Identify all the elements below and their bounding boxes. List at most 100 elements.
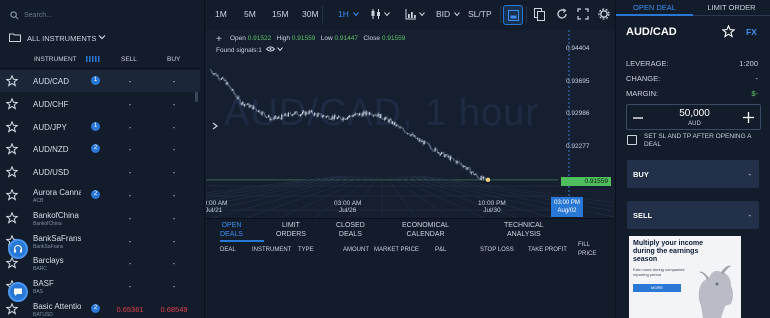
star-icon[interactable]: [5, 165, 19, 178]
gear-icon[interactable]: [598, 8, 610, 20]
add-indicator-icon[interactable]: +: [216, 34, 222, 45]
star-icon[interactable]: [722, 25, 735, 38]
timeframe-5m[interactable]: 5M: [244, 9, 256, 19]
deal-column-header[interactable]: TYPE: [298, 247, 314, 253]
sell-price[interactable]: -: [114, 282, 146, 291]
sell-price[interactable]: 0.65361: [114, 305, 146, 314]
buy-price[interactable]: -: [158, 259, 190, 268]
instrument-row[interactable]: BankSaFrans BankSaFrans - -: [0, 230, 200, 252]
buy-price[interactable]: -: [158, 100, 190, 109]
buy-price[interactable]: -: [158, 145, 190, 154]
star-icon[interactable]: [5, 188, 19, 201]
refresh-icon[interactable]: [556, 8, 568, 20]
sltp-checkbox[interactable]: [627, 135, 637, 145]
instrument-row[interactable]: AUD/CAD 1 - -: [0, 70, 200, 92]
star-icon[interactable]: [5, 211, 19, 224]
favorite-toggle[interactable]: [5, 97, 19, 112]
star-icon[interactable]: [5, 74, 19, 87]
sell-price[interactable]: -: [114, 214, 146, 223]
buy-price[interactable]: -: [158, 77, 190, 86]
buy-price[interactable]: -: [158, 282, 190, 291]
col-sell[interactable]: SELL: [121, 56, 137, 63]
candlestick-icon[interactable]: [370, 8, 382, 20]
sell-price[interactable]: -: [114, 191, 146, 200]
favorite-toggle[interactable]: [5, 74, 19, 89]
amount-stepper[interactable]: 50,000 AUD: [626, 104, 761, 130]
deal-column-header[interactable]: MARKET PRICE: [374, 247, 419, 253]
instrument-row[interactable]: BASF BAS - -: [0, 275, 200, 297]
support-button[interactable]: [8, 239, 28, 259]
instrument-row[interactable]: AUD/JPY 1 - -: [0, 116, 200, 138]
indicators-icon[interactable]: [405, 8, 417, 20]
star-icon[interactable]: [5, 142, 19, 156]
buy-price[interactable]: -: [158, 123, 190, 132]
fullscreen-icon[interactable]: [577, 8, 589, 20]
sell-button[interactable]: SELL -: [627, 201, 759, 229]
amount-input[interactable]: 50,000: [657, 108, 732, 119]
favorite-toggle[interactable]: [5, 211, 19, 226]
deals-tab[interactable]: TECHNICAL ANALYSIS: [504, 221, 544, 239]
favorite-toggle[interactable]: [5, 120, 19, 135]
tab-limit-order[interactable]: LIMIT ORDER: [693, 3, 770, 12]
deal-column-header[interactable]: STOP LOSS: [480, 247, 514, 253]
search-input[interactable]: Search...: [24, 12, 52, 19]
sell-price[interactable]: -: [114, 237, 146, 246]
favorite-toggle[interactable]: [5, 165, 19, 180]
col-buy[interactable]: BUY: [167, 56, 180, 63]
buy-price[interactable]: -: [158, 168, 190, 177]
instrument-row[interactable]: BankofChina BankofChina - -: [0, 207, 200, 229]
instrument-row[interactable]: Aurora CannabisACB 2 - -: [0, 184, 200, 206]
chat-button[interactable]: [8, 282, 28, 302]
sell-price[interactable]: -: [114, 77, 146, 86]
promo-more-button[interactable]: MORE: [633, 284, 681, 292]
deal-column-header[interactable]: INSTRUMENT: [252, 247, 291, 253]
sell-price[interactable]: -: [114, 123, 146, 132]
favorite-toggle[interactable]: [5, 256, 19, 271]
deals-tab[interactable]: LIMIT ORDERS: [276, 221, 306, 239]
instrument-row[interactable]: AUD/USD - -: [0, 161, 200, 183]
deal-column-header[interactable]: P&L: [435, 247, 446, 253]
signals-dropdown[interactable]: Found signals:1: [216, 46, 283, 54]
col-instrument[interactable]: INSTRUMENT: [34, 56, 77, 63]
sell-price[interactable]: -: [114, 259, 146, 268]
tab-open-deal[interactable]: OPEN DEAL: [616, 3, 693, 12]
timeframe-30m[interactable]: 30M: [302, 9, 319, 19]
instrument-row[interactable]: AUD/NZD 2 - -: [0, 138, 200, 160]
search-bar[interactable]: Search...: [0, 6, 205, 26]
chart-plot[interactable]: [206, 30, 614, 218]
buy-price[interactable]: -: [158, 214, 190, 223]
buy-button[interactable]: BUY -: [627, 160, 759, 188]
buy-price[interactable]: -: [158, 191, 190, 200]
minus-icon[interactable]: [633, 113, 643, 123]
instrument-row[interactable]: Barclays BARC - -: [0, 252, 200, 274]
deals-tab[interactable]: ECONOMICAL CALENDAR: [402, 221, 449, 239]
sltp-toggle[interactable]: SL/TP: [468, 9, 492, 19]
deal-column-header[interactable]: AMOUNT: [343, 247, 369, 253]
buy-price[interactable]: -: [158, 237, 190, 246]
deal-column-header[interactable]: TAKE PROFIT: [528, 247, 567, 253]
sell-price[interactable]: -: [114, 100, 146, 109]
deal-column-header[interactable]: FILL: [578, 242, 590, 248]
sell-price[interactable]: -: [114, 168, 146, 177]
deals-tab[interactable]: CLOSED DEALS: [336, 221, 365, 239]
star-icon[interactable]: [5, 97, 19, 110]
star-icon[interactable]: [5, 302, 19, 315]
star-icon[interactable]: [5, 120, 19, 133]
plus-icon[interactable]: [743, 112, 754, 123]
deals-tab[interactable]: OPEN DEALS: [220, 221, 243, 239]
favorite-toggle[interactable]: [5, 302, 19, 317]
price-type-select[interactable]: BID: [436, 9, 450, 19]
instrument-row[interactable]: Basic Attention BATUSD 2 0.65361 0.68549: [0, 298, 200, 318]
favorite-toggle[interactable]: [5, 142, 19, 157]
deal-column-header[interactable]: DEAL: [220, 247, 236, 253]
buy-price[interactable]: 0.68549: [158, 305, 190, 314]
star-icon[interactable]: [5, 256, 19, 270]
timeframe-1h[interactable]: 1H: [338, 9, 349, 19]
favorite-toggle[interactable]: [5, 188, 19, 203]
timeframe-1m[interactable]: 1M: [215, 9, 227, 19]
price-chart[interactable]: AUD/CAD, 1 hour + Open 0.91522 High 0.91…: [206, 30, 614, 218]
chart-layout-button[interactable]: [503, 5, 523, 25]
promo-banner[interactable]: Multiply your income during the earnings…: [629, 236, 741, 318]
sell-price[interactable]: -: [114, 145, 146, 154]
chevron-right-icon[interactable]: [212, 122, 218, 130]
